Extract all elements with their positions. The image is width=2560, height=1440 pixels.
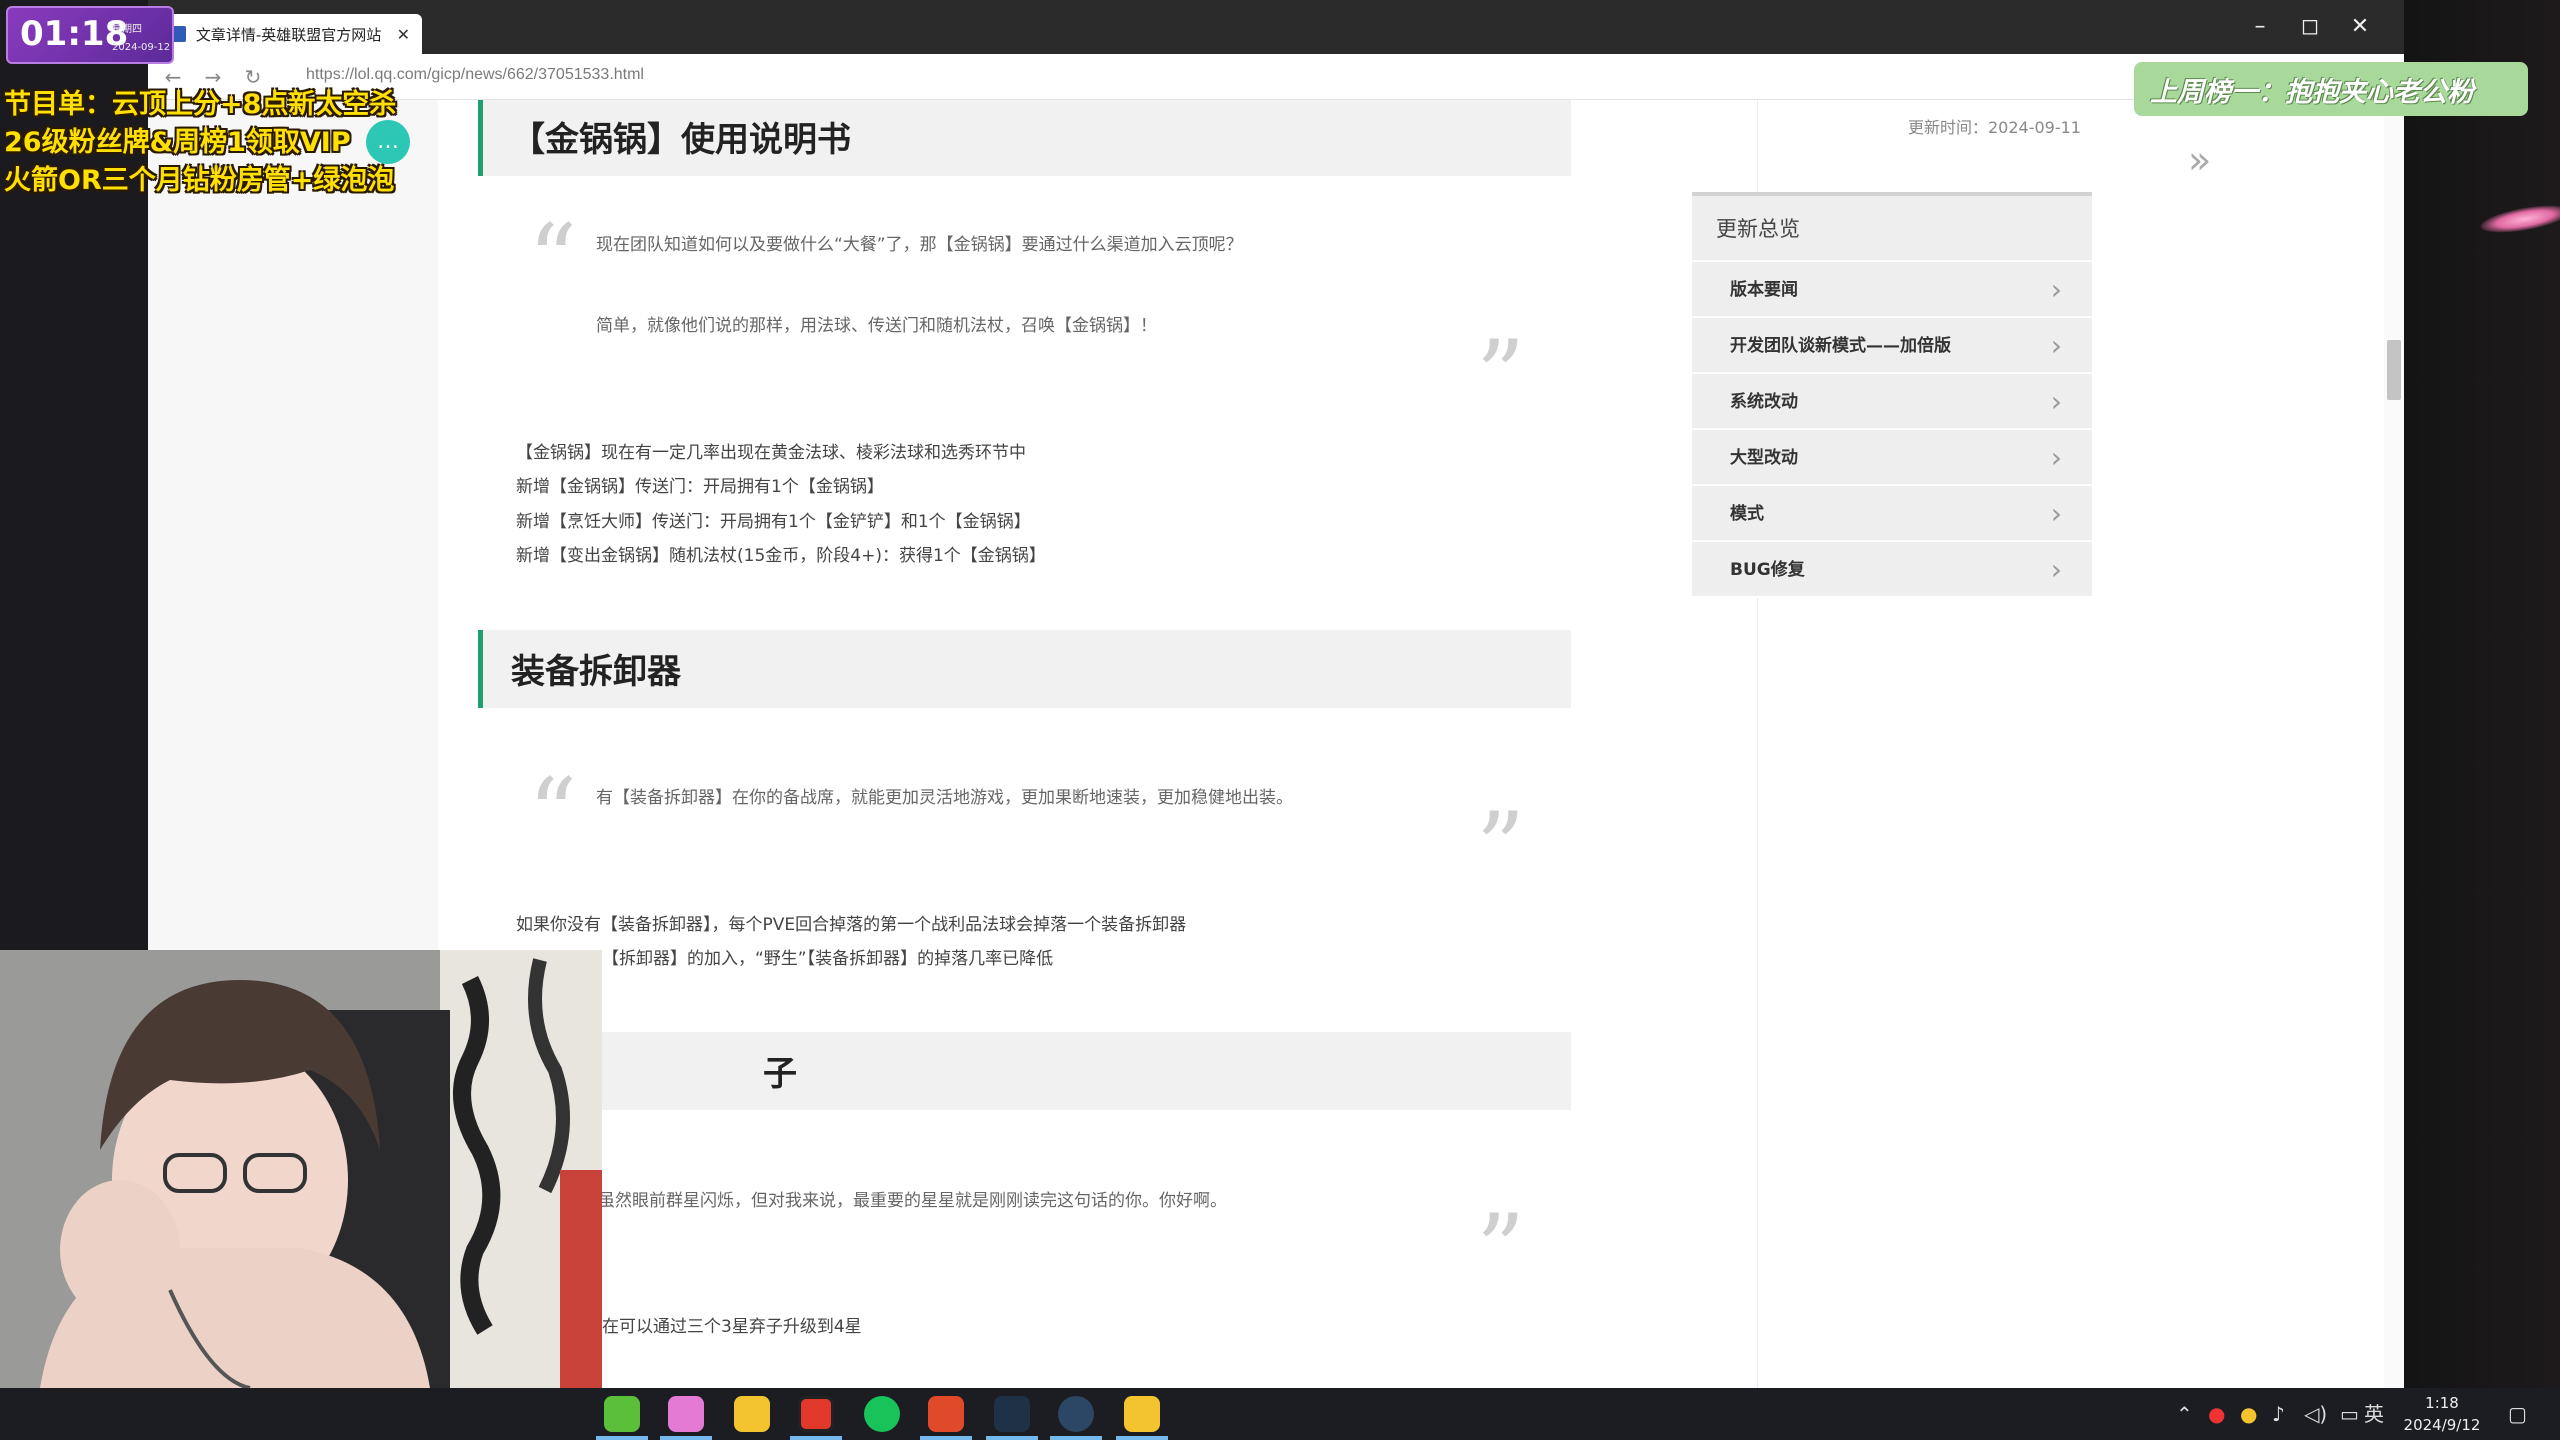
- active-indicator: [660, 1436, 712, 1440]
- schedule-line: 节目单：云顶上分+8点新太空杀: [4, 89, 397, 120]
- quote-text: 简单，就像他们说的那样，用法球、传送门和随机法杖，召唤【金锅锅】！: [596, 316, 1157, 336]
- clock-time: 1:18: [2425, 1394, 2459, 1412]
- microphone-icon[interactable]: ♪: [2272, 1388, 2285, 1440]
- chevron-right-icon: ›: [2050, 553, 2062, 586]
- section-title: 子: [763, 1054, 797, 1094]
- paragraph: 新增【变出金锅锅】随机法杖(15金币，阶段4+)：获得1个【金锅锅】: [516, 546, 1046, 566]
- toc-item-label: 大型改动: [1730, 448, 1798, 468]
- banner-text: 上周榜一：抱抱夹心老公粉: [2150, 77, 2474, 108]
- active-indicator: [790, 1436, 842, 1440]
- app-owl2-icon[interactable]: [1124, 1396, 1160, 1432]
- page-scrollbar[interactable]: [2384, 100, 2404, 1388]
- quote-text: 有【装备拆卸器】在你的备战席，就能更加灵活地游戏，更加果断地速装，更加稳健地出装…: [596, 788, 1293, 808]
- minimize-button[interactable]: –: [2240, 10, 2280, 44]
- paragraph: 【金锅锅】现在有一定几率出现在黄金法球、棱彩法球和选秀环节中: [516, 443, 1026, 463]
- steam-icon[interactable]: [1058, 1396, 1094, 1432]
- close-window-button[interactable]: ✕: [2340, 10, 2380, 44]
- timer-weekday: 星期四: [112, 24, 142, 35]
- address-bar: ← → ↻ https://lol.qq.com/gicp/news/662/3…: [148, 54, 2404, 100]
- toc-item-label: 系统改动: [1730, 392, 1798, 412]
- chevron-right-icon: ›: [2050, 329, 2062, 362]
- browser-titlebar: 文章详情-英雄联盟官方网站 ✕ – ◻ ✕: [148, 0, 2404, 54]
- toc-item-highlights[interactable]: 版本要闻 ›: [1692, 262, 2092, 318]
- schedule-line: 26级粉丝牌&周榜1领取VIP: [4, 127, 351, 158]
- toc-item-system-changes[interactable]: 系统改动 ›: [1692, 374, 2092, 430]
- active-indicator: [986, 1436, 1038, 1440]
- section-title: 【金锅锅】使用说明书: [511, 120, 851, 160]
- update-overview-panel: 更新总览 版本要闻 › 开发团队谈新模式——加倍版 › 系统改动 › 大型改动 › 模式…: [1692, 192, 2092, 598]
- section-heading: 子: [478, 1032, 1571, 1110]
- active-indicator: [920, 1436, 972, 1440]
- chevron-right-icon: ›: [2050, 441, 2062, 474]
- app-pink-icon[interactable]: [668, 1396, 704, 1432]
- toc-item-new-mode[interactable]: 开发团队谈新模式——加倍版 ›: [1692, 318, 2092, 374]
- stream-timer: 01:18 星期四 2024-09-12: [6, 6, 174, 64]
- notification-icon[interactable]: ▢: [2508, 1388, 2527, 1440]
- network-icon[interactable]: ▭: [2340, 1388, 2359, 1440]
- toc-item-bug-fixes[interactable]: BUG修复 ›: [1692, 542, 2092, 598]
- schedule-line: 火箭OR三个月钻粉房管+绿泡泡: [4, 165, 395, 196]
- active-indicator: [1050, 1436, 1102, 1440]
- toc-item-label: BUG修复: [1730, 560, 1805, 580]
- app-g-icon[interactable]: [798, 1396, 834, 1432]
- app-owl-icon[interactable]: [734, 1396, 770, 1432]
- update-time: 更新时间：2024-09-11: [1908, 118, 2081, 137]
- section-heading: 【金锅锅】使用说明书: [478, 100, 1571, 176]
- quote-close-icon: ”: [1476, 320, 1526, 432]
- paragraph: 新增【烹饪大师】传送门：开局拥有1个【金铲铲】和1个【金锅锅】: [516, 512, 1031, 532]
- screen: 文章详情-英雄联盟官方网站 ✕ – ◻ ✕ ← → ↻ https://lol.…: [0, 0, 2560, 1440]
- chevron-right-icon: ›: [2050, 385, 2062, 418]
- quote-open-icon: “: [528, 758, 578, 870]
- active-indicator: [596, 1436, 648, 1440]
- toc-item-label: 模式: [1730, 504, 1764, 524]
- app-dark-icon[interactable]: [994, 1396, 1030, 1432]
- close-tab-icon[interactable]: ✕: [397, 25, 410, 44]
- taskbar: ⌃ ● ● ♪ ◁) ▭ 英 1:18 2024/9/12 ▢: [0, 1388, 2560, 1440]
- app-red-icon[interactable]: [928, 1396, 964, 1432]
- webcam-feed: [0, 950, 602, 1388]
- chevron-right-icon: ›: [2050, 273, 2062, 306]
- chat-bubble-icon[interactable]: …: [366, 120, 410, 164]
- paragraph: 【拆卸器】的加入，“野生”【装备拆卸器】的掉落几率已降低: [602, 949, 1054, 969]
- ime-indicator[interactable]: 英: [2364, 1388, 2384, 1440]
- toc-item-label: 版本要闻: [1730, 280, 1798, 300]
- top-fan-banner: 上周榜一：抱抱夹心老公粉: [2134, 62, 2528, 116]
- maximize-button[interactable]: ◻: [2290, 10, 2330, 44]
- quote-open-icon: “: [528, 204, 578, 316]
- tray-owl-icon[interactable]: ●: [2240, 1388, 2257, 1440]
- toc-title: 更新总览: [1692, 196, 2092, 262]
- section-heading: 装备拆卸器: [478, 630, 1571, 708]
- clock-date: 2024/9/12: [2403, 1416, 2481, 1434]
- tray-app-icon[interactable]: ●: [2208, 1388, 2225, 1440]
- paragraph: 在可以通过三个3星弃子升级到4星: [602, 1317, 862, 1337]
- quote-text: 现在团队知道如何以及要做什么“大餐”了，那【金锅锅】要通过什么渠道加入云顶呢？: [596, 235, 1243, 255]
- paragraph: 如果你没有【装备拆卸器】，每个PVE回合掉落的第一个战利品法球会掉落一个装备拆卸…: [516, 915, 1187, 935]
- toc-item-major-changes[interactable]: 大型改动 ›: [1692, 430, 2092, 486]
- toc-item-label: 开发团队谈新模式——加倍版: [1730, 336, 1951, 356]
- chevron-right-icon: ›: [2050, 497, 2062, 530]
- browser-tab[interactable]: 文章详情-英雄联盟官方网站 ✕: [158, 14, 422, 54]
- double-chevron-icon[interactable]: »: [2188, 138, 2211, 182]
- quote-text: 虽然眼前群星闪烁，但对我来说，最重要的星星就是刚刚读完这句话的你。你好啊。: [598, 1191, 1227, 1211]
- chevron-up-icon[interactable]: ⌃: [2176, 1388, 2193, 1440]
- app-green-arrow-icon[interactable]: [864, 1396, 900, 1432]
- section-title: 装备拆卸器: [511, 652, 681, 692]
- webcam-image: [0, 950, 602, 1388]
- active-indicator: [1116, 1436, 1168, 1440]
- paragraph: 新增【金锅锅】传送门：开局拥有1个【金锅锅】: [516, 477, 884, 497]
- scrollbar-thumb[interactable]: [2387, 340, 2401, 400]
- system-clock[interactable]: 1:18 2024/9/12: [2392, 1392, 2492, 1436]
- app-green-icon[interactable]: [604, 1396, 640, 1432]
- timer-date: 2024-09-12: [112, 42, 171, 53]
- toc-item-modes[interactable]: 模式 ›: [1692, 486, 2092, 542]
- quote-close-icon: ”: [1476, 1194, 1526, 1306]
- quote-close-icon: ”: [1476, 792, 1526, 904]
- volume-icon[interactable]: ◁): [2304, 1388, 2327, 1440]
- tab-title: 文章详情-英雄联盟官方网站: [195, 25, 382, 44]
